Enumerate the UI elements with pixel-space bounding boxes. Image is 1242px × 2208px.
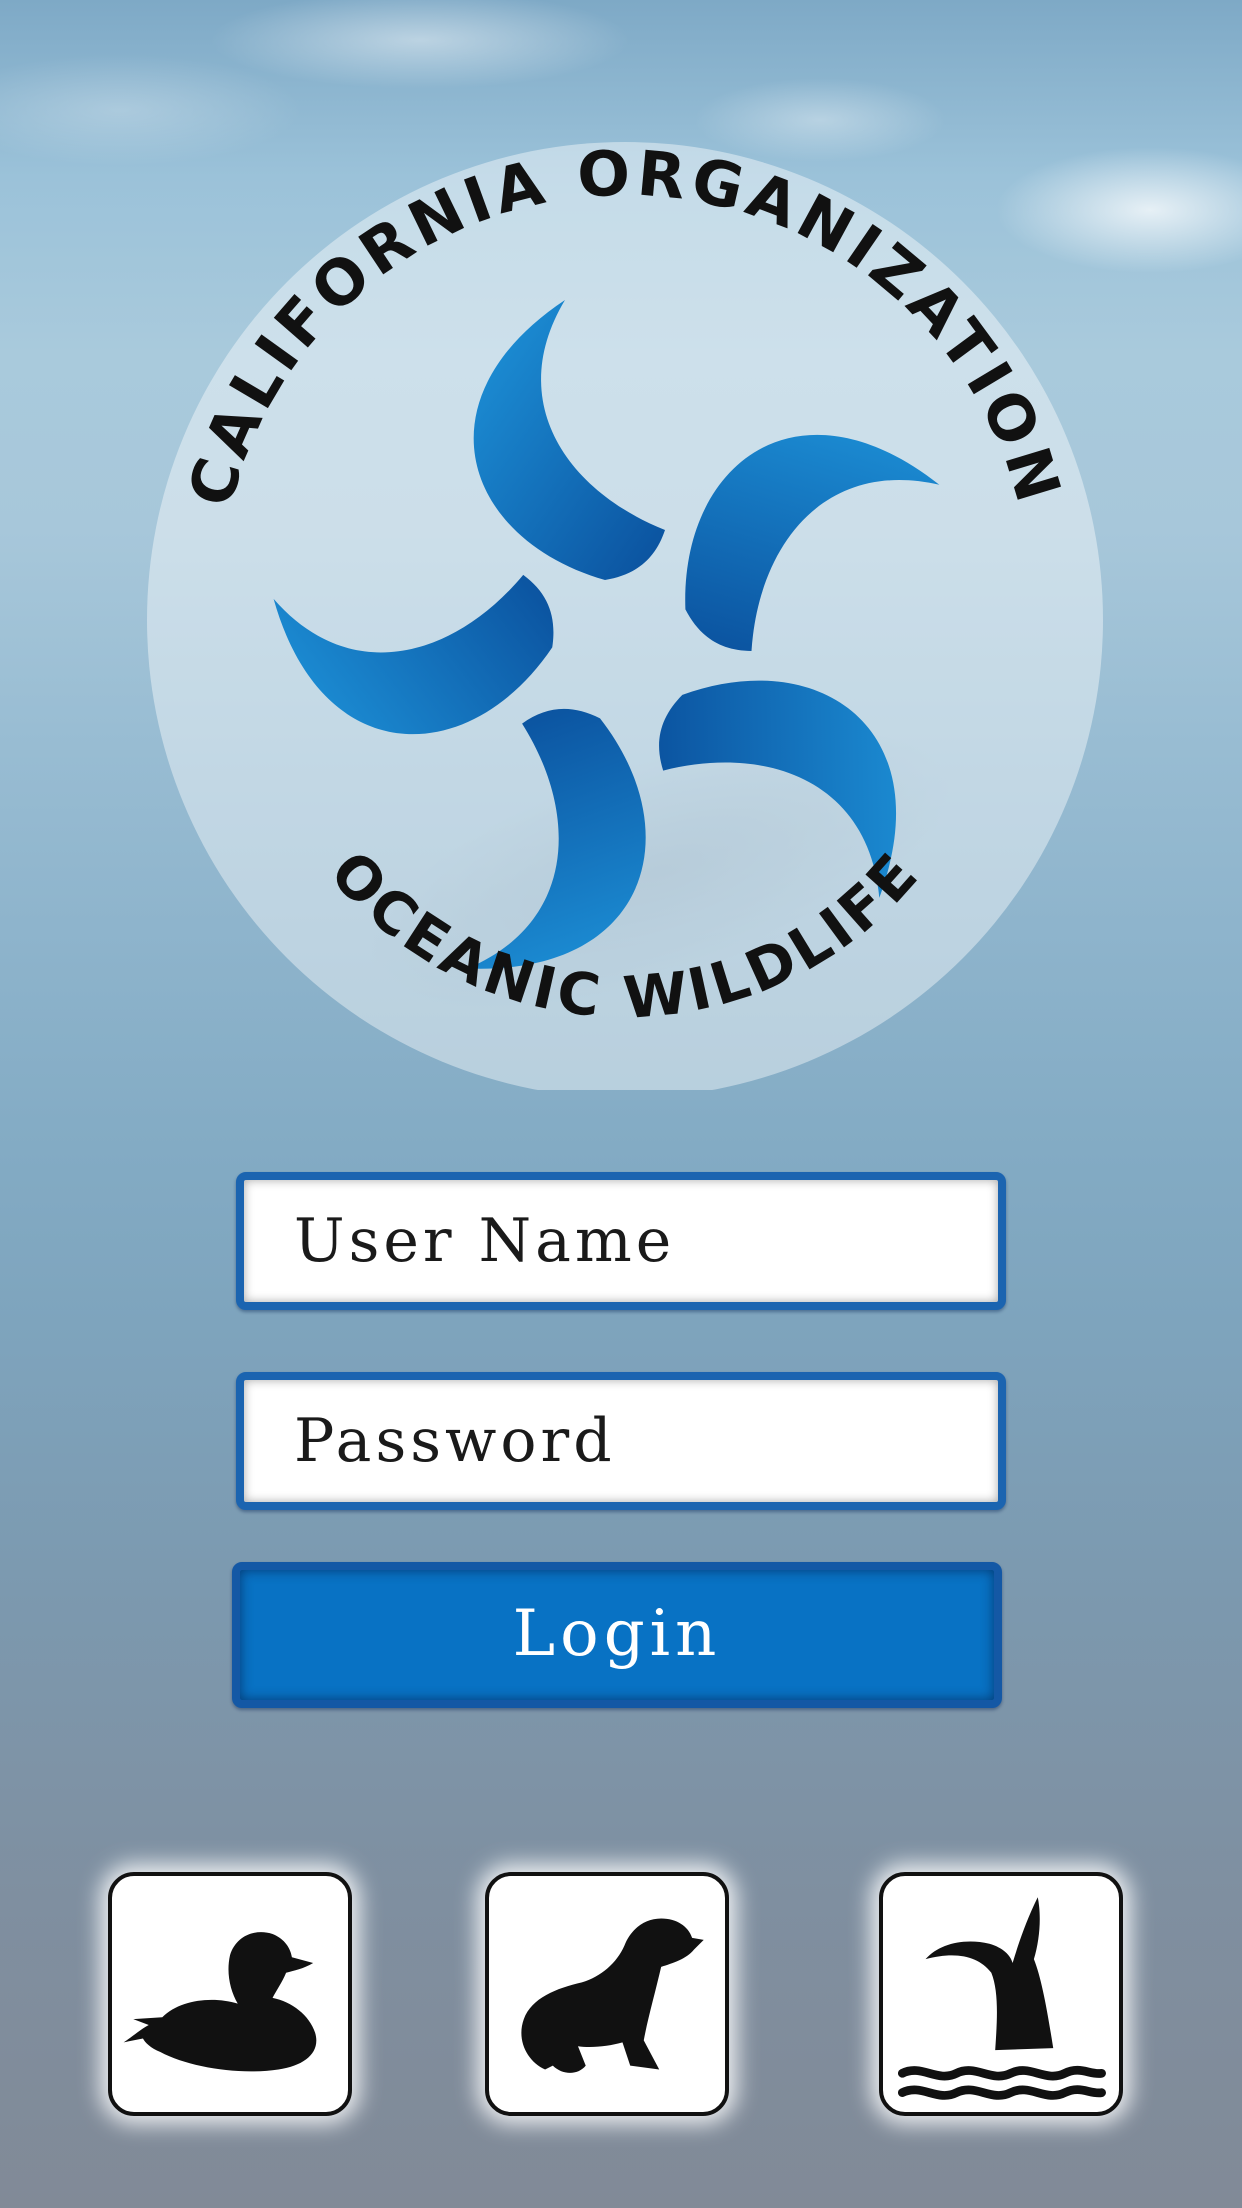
login-button[interactable]: Login: [232, 1562, 1002, 1708]
username-input[interactable]: [244, 1180, 998, 1302]
duck-icon: [123, 1932, 317, 2072]
username-field-frame: [236, 1172, 1006, 1310]
password-field-frame: [236, 1372, 1006, 1510]
seal-category-button[interactable]: [485, 1872, 729, 2116]
whale-tail-category-button[interactable]: [879, 1872, 1123, 2116]
whale-tail-icon: [897, 1897, 1106, 2100]
password-input[interactable]: [244, 1380, 998, 1502]
duck-category-button[interactable]: [108, 1872, 352, 2116]
seal-icon: [521, 1918, 704, 2073]
organization-logo: CALIFORNIA ORGANIZATION OCEANIC WILDLIFE: [145, 130, 1105, 1090]
